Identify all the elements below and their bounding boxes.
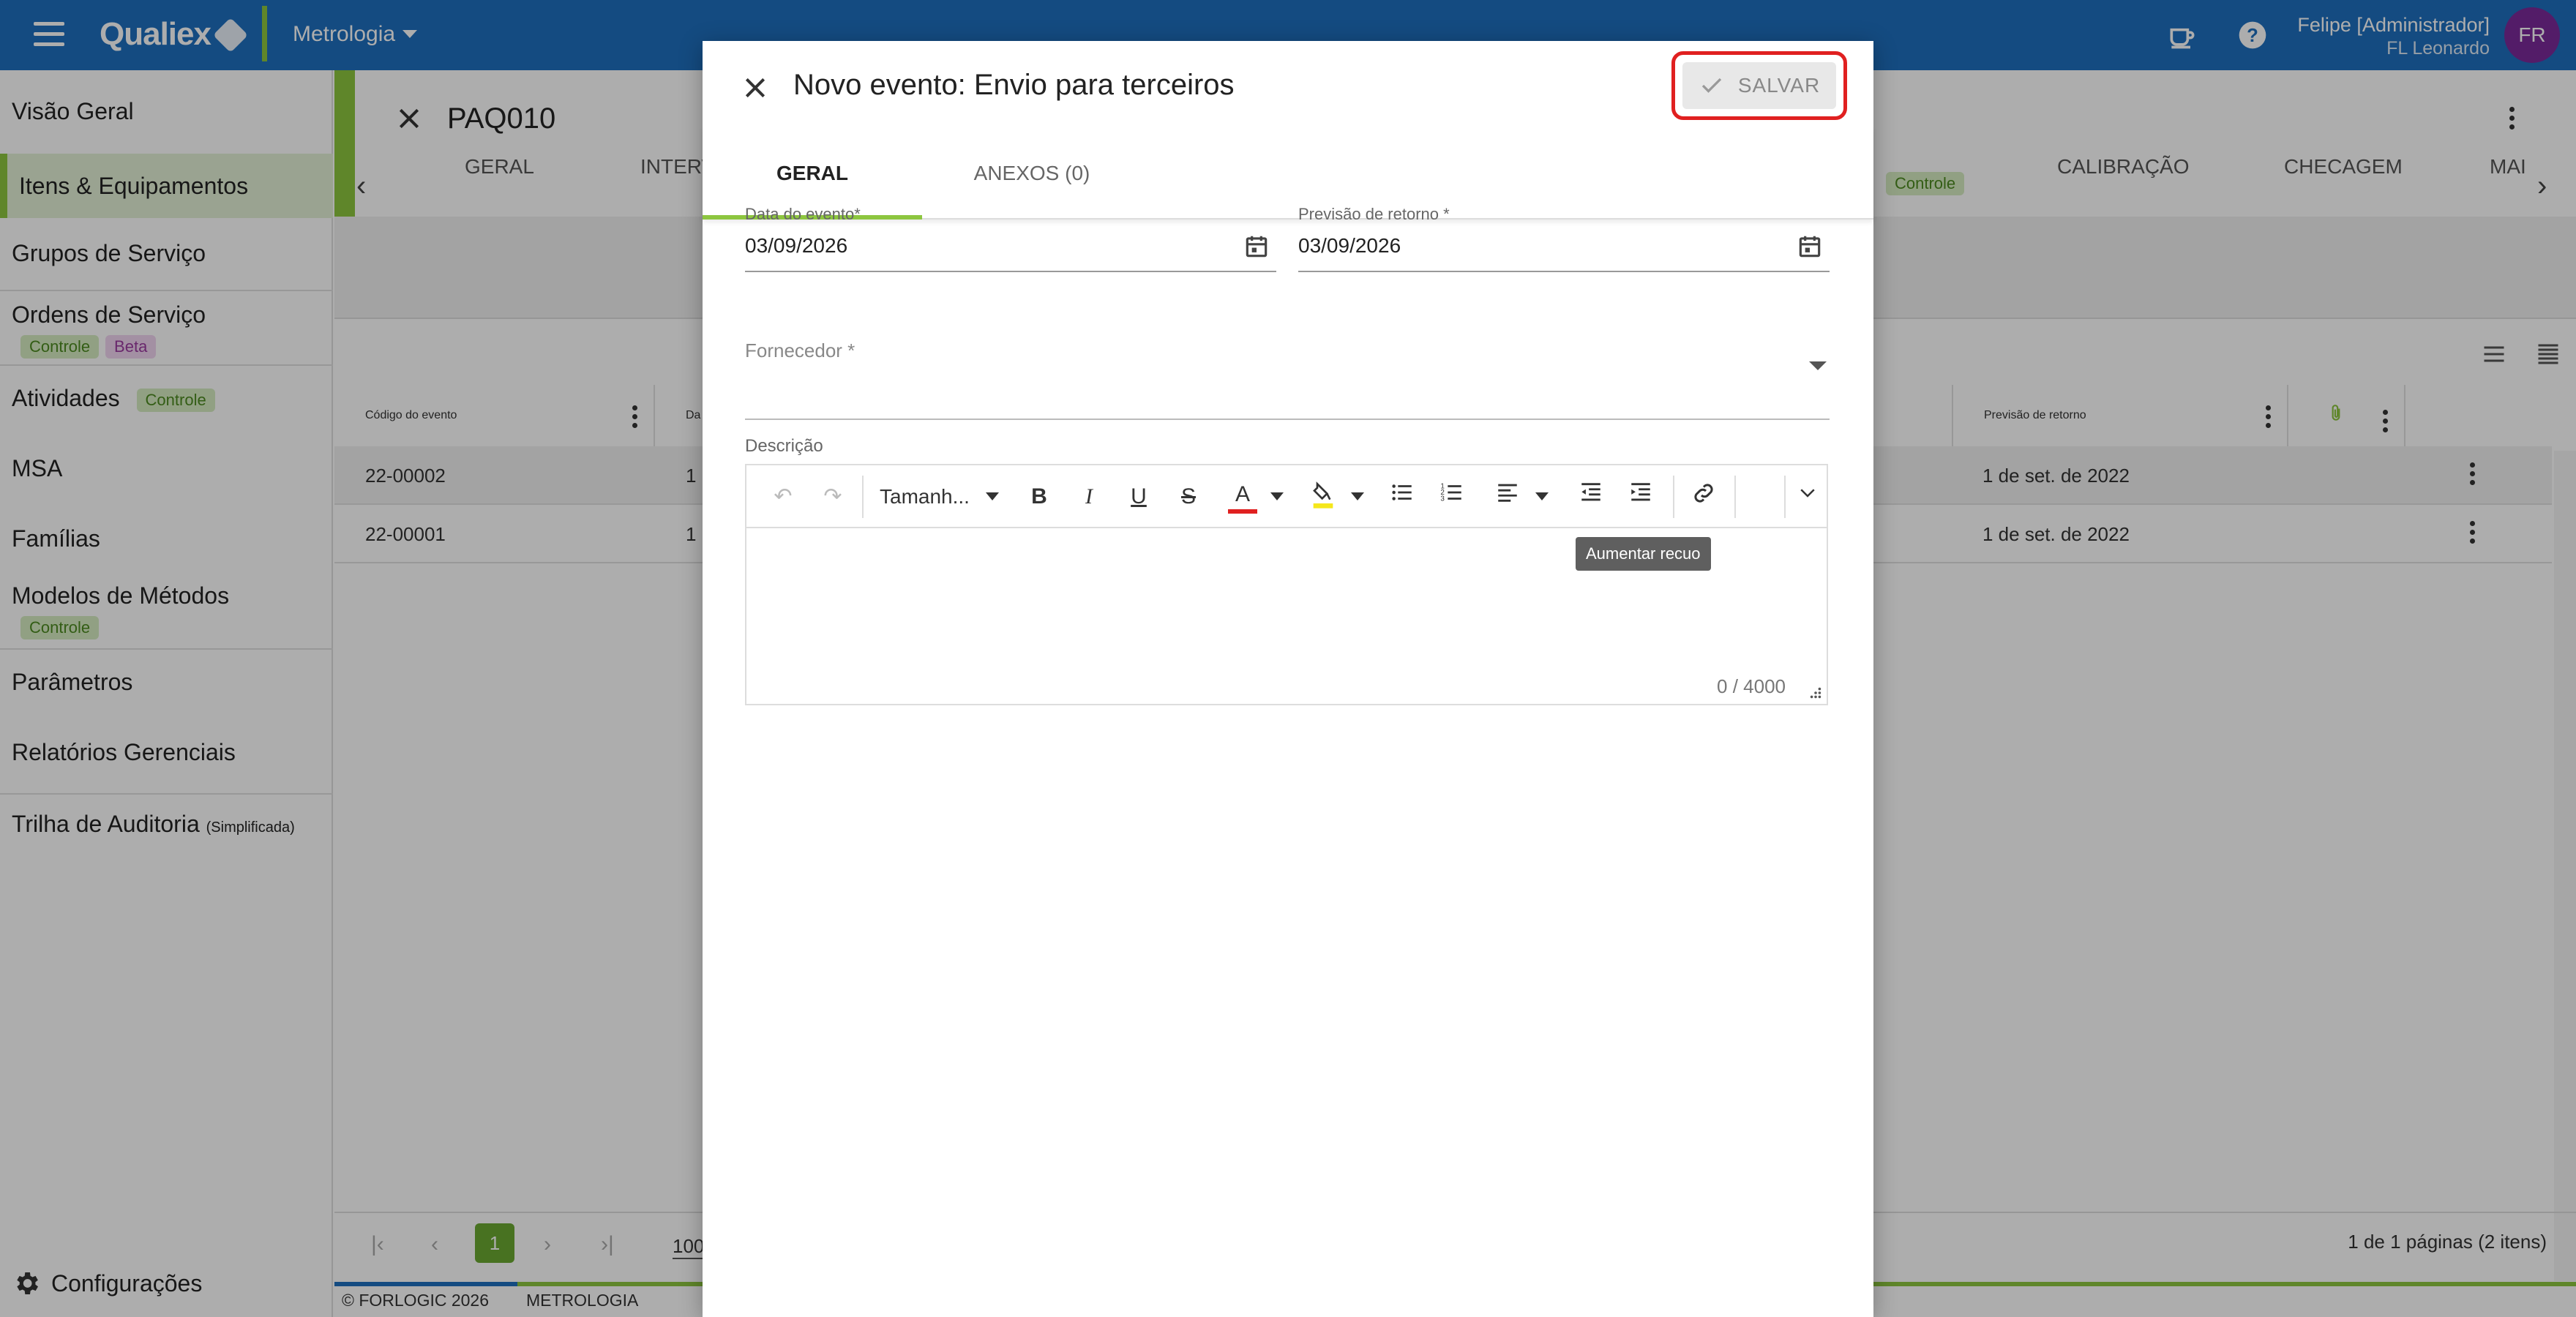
bold-icon[interactable]: B: [1025, 480, 1054, 514]
outdent-icon[interactable]: [1576, 480, 1606, 514]
save-highlight: SALVAR: [1671, 51, 1847, 120]
return-date-value[interactable]: 03/09/2026: [1298, 234, 1401, 258]
svg-text:3: 3: [1440, 495, 1445, 503]
align-icon[interactable]: [1493, 480, 1522, 514]
indent-icon[interactable]: [1626, 480, 1655, 514]
description-editor[interactable]: ↶ ↷ Tamanh... B I U S A 123 0 / 4000: [745, 464, 1828, 705]
highlight-caret-icon[interactable]: [1347, 480, 1368, 514]
supplier-select[interactable]: Fornecedor *: [745, 339, 1830, 421]
return-date-label: Previsão de retorno *: [1298, 205, 1450, 223]
link-icon[interactable]: [1688, 480, 1720, 514]
undo-icon[interactable]: ↶: [768, 480, 798, 514]
save-label: SALVAR: [1737, 74, 1821, 97]
numbered-list-icon[interactable]: 123: [1437, 480, 1467, 514]
event-date-label: Data do evento*: [745, 205, 861, 223]
chevron-down-icon[interactable]: [1809, 361, 1827, 370]
calendar-icon[interactable]: [1796, 233, 1824, 260]
dialog-title: Novo evento: Envio para terceiros: [793, 69, 1235, 101]
text-color-icon[interactable]: A: [1228, 480, 1257, 514]
close-icon[interactable]: [741, 73, 770, 102]
event-date-field[interactable]: Data do evento* 03/09/2026: [745, 205, 1276, 272]
new-event-dialog: Novo evento: Envio para terceiros SALVAR…: [703, 41, 1873, 1317]
font-size-label: Tamanh...: [880, 485, 970, 508]
save-button[interactable]: SALVAR: [1682, 62, 1836, 109]
description-label: Descrição: [745, 436, 823, 456]
align-caret-icon[interactable]: [1531, 480, 1553, 514]
char-counter: 0 / 4000: [1717, 675, 1786, 697]
supplier-label: Fornecedor *: [745, 339, 855, 361]
event-date-value[interactable]: 03/09/2026: [745, 234, 847, 258]
font-size-select[interactable]: Tamanh...: [880, 480, 1011, 514]
italic-icon[interactable]: I: [1074, 480, 1104, 514]
resize-handle-icon[interactable]: [1809, 686, 1822, 699]
bullet-list-icon[interactable]: [1388, 480, 1417, 514]
text-color-caret-icon[interactable]: [1266, 480, 1288, 514]
editor-toolbar: ↶ ↷ Tamanh... B I U S A 123: [746, 465, 1827, 528]
chevron-down-icon[interactable]: [1793, 480, 1822, 514]
underline-icon[interactable]: U: [1124, 480, 1153, 514]
indent-tooltip: Aumentar recuo: [1576, 537, 1711, 571]
redo-icon[interactable]: ↷: [818, 480, 847, 514]
check-icon: [1701, 78, 1721, 93]
strikethrough-icon[interactable]: S: [1174, 480, 1203, 514]
return-date-field[interactable]: Previsão de retorno * 03/09/2026: [1298, 205, 1830, 272]
highlight-color-icon[interactable]: [1308, 480, 1338, 514]
calendar-icon[interactable]: [1243, 233, 1270, 260]
